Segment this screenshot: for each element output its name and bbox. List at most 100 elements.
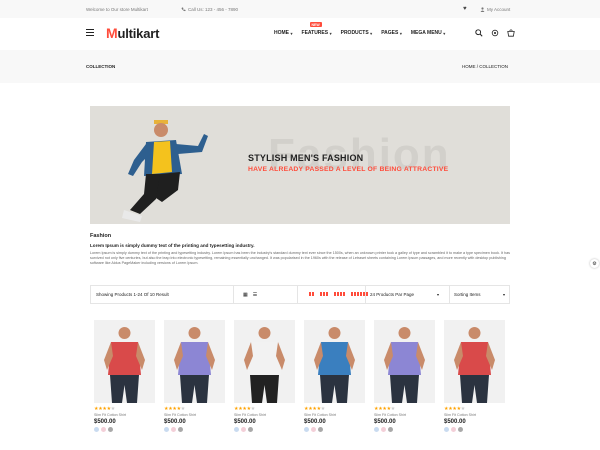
settings-float-icon[interactable]: ⚙: [590, 259, 599, 268]
color-swatch[interactable]: [374, 427, 379, 432]
color-swatch[interactable]: [248, 427, 253, 432]
nav-label: HOME: [274, 30, 289, 36]
rating-stars: ★★★★★: [444, 406, 505, 412]
nav-item-mega-menu[interactable]: MEGA MENU ▾: [411, 30, 445, 36]
color-swatches: [94, 427, 155, 432]
nav-label: MEGA MENU: [410, 30, 442, 36]
product-name[interactable]: Slim Fit Cotton Shirt: [304, 413, 365, 417]
color-swatches: [374, 427, 435, 432]
product-card[interactable]: ★★★★★ Slim Fit Cotton Shirt $500.00: [374, 320, 435, 432]
product-name[interactable]: Slim Fit Cotton Shirt: [444, 413, 505, 417]
nav-item-pages[interactable]: PAGES ▾: [381, 30, 402, 36]
color-swatch[interactable]: [458, 427, 463, 432]
cart-icon[interactable]: [506, 28, 515, 37]
product-price: $500.00: [164, 419, 186, 425]
color-swatch[interactable]: [318, 427, 323, 432]
rating-stars: ★★★★★: [304, 406, 365, 412]
divider: [365, 286, 366, 303]
rating-stars: ★★★★★: [94, 406, 155, 412]
color-swatch[interactable]: [164, 427, 169, 432]
settings-icon[interactable]: [490, 28, 499, 37]
sort-select[interactable]: Sorting Items: [454, 292, 481, 297]
chevron-down-icon: ▾: [437, 292, 440, 297]
star-icon: ★: [110, 406, 116, 412]
color-swatch[interactable]: [178, 427, 183, 432]
grid-column-selector[interactable]: [309, 292, 368, 296]
banner-model-image: [122, 120, 208, 222]
color-swatch[interactable]: [444, 427, 449, 432]
color-swatch[interactable]: [304, 427, 309, 432]
view-toggle: ▦ ☰: [243, 292, 257, 298]
star-icon: ★: [250, 406, 256, 412]
star-icon: ★: [320, 406, 326, 412]
nav-item-features[interactable]: FEATURES ▾ NEW: [301, 22, 332, 36]
logo[interactable]: M ultikart: [106, 25, 159, 41]
product-price: $500.00: [234, 419, 256, 425]
account-label: My Account: [487, 6, 511, 12]
chevron-down-icon: ▾: [370, 30, 373, 36]
product-grid: ★★★★★ Slim Fit Cotton Shirt $500.00 ★★★★★ Sl…: [94, 320, 510, 450]
color-swatch[interactable]: [451, 427, 456, 432]
product-image[interactable]: [94, 320, 155, 403]
color-swatch[interactable]: [171, 427, 176, 432]
chevron-down-icon: ▾: [399, 30, 402, 36]
breadcrumb[interactable]: HOME / COLLECTION: [462, 64, 508, 69]
product-card[interactable]: ★★★★★ Slim Fit Cotton Shirt $500.00: [164, 320, 225, 432]
product-card[interactable]: ★★★★★ Slim Fit Cotton Shirt $500.00: [444, 320, 505, 432]
product-image[interactable]: [304, 320, 365, 403]
product-image[interactable]: [164, 320, 225, 403]
account-link[interactable]: My Account: [480, 7, 510, 12]
color-swatch[interactable]: [241, 427, 246, 432]
product-filter-toolbar: Showing Products 1-24 Of 10 Result ▦ ☰ 2…: [90, 285, 510, 304]
color-swatch[interactable]: [234, 427, 239, 432]
color-swatches: [164, 427, 225, 432]
main-header: M ultikart HOME ▾ FEATURES ▾ NEW PRODUCTS ▾ …: [0, 18, 600, 50]
color-swatch[interactable]: [381, 427, 386, 432]
product-card[interactable]: ★★★★★ Slim Fit Cotton Shirt $500.00: [234, 320, 295, 432]
top-bar: Welcome to Our store Multikart Call Us: …: [0, 0, 600, 18]
nav-label: PRODUCTS: [340, 30, 369, 36]
rating-stars: ★★★★★: [374, 406, 435, 412]
color-swatch[interactable]: [388, 427, 393, 432]
product-name[interactable]: Slim Fit Cotton Shirt: [164, 413, 225, 417]
product-name[interactable]: Slim Fit Cotton Shirt: [94, 413, 155, 417]
product-price: $500.00: [94, 419, 116, 425]
product-name[interactable]: Slim Fit Cotton Shirt: [234, 413, 295, 417]
product-image[interactable]: [374, 320, 435, 403]
page-title: COLLECTION: [86, 64, 116, 69]
product-name[interactable]: Slim Fit Cotton Shirt: [374, 413, 435, 417]
menu-icon[interactable]: [86, 29, 94, 36]
chevron-down-icon: ▾: [329, 30, 332, 36]
search-icon[interactable]: [474, 28, 483, 37]
color-swatch[interactable]: [101, 427, 106, 432]
product-price: $500.00: [304, 419, 326, 425]
nav-item-products[interactable]: PRODUCTS ▾: [341, 30, 373, 36]
product-image[interactable]: [444, 320, 505, 403]
banner-heading: STYLISH MEN'S FASHION: [248, 153, 364, 163]
color-swatch[interactable]: [311, 427, 316, 432]
product-card[interactable]: ★★★★★ Slim Fit Cotton Shirt $500.00: [94, 320, 155, 432]
rating-stars: ★★★★★: [164, 406, 225, 412]
product-card[interactable]: ★★★★★ Slim Fit Cotton Shirt $500.00: [304, 320, 365, 432]
new-badge: NEW: [309, 22, 322, 27]
user-icon: [480, 6, 485, 12]
nav-item-home[interactable]: HOME ▾: [274, 30, 293, 36]
product-image[interactable]: [234, 320, 295, 403]
color-swatches: [234, 427, 295, 432]
color-swatches: [444, 427, 505, 432]
nav-label: FEATURES: [301, 30, 329, 36]
main-nav: HOME ▾ FEATURES ▾ NEW PRODUCTS ▾ PAGES ▾ MEGA…: [274, 22, 445, 36]
per-page-select[interactable]: 24 Products Par Page: [370, 292, 414, 297]
description-lead: Lorem Ipsum is simply dummy text of the …: [90, 243, 255, 248]
wishlist-icon[interactable]: ♥: [463, 6, 467, 12]
grid-view-icon[interactable]: ▦: [243, 292, 248, 298]
description-body: Lorem Ipsum is simply dummy text of the …: [90, 251, 510, 265]
nav-label: PAGES: [381, 30, 399, 36]
color-swatch[interactable]: [94, 427, 99, 432]
collection-description: Fashion Lorem Ipsum is simply dummy text…: [90, 233, 510, 266]
product-price: $500.00: [444, 419, 466, 425]
color-swatch[interactable]: [108, 427, 113, 432]
rating-stars: ★★★★★: [234, 406, 295, 412]
list-view-icon[interactable]: ☰: [253, 292, 257, 298]
star-icon: ★: [460, 406, 466, 412]
